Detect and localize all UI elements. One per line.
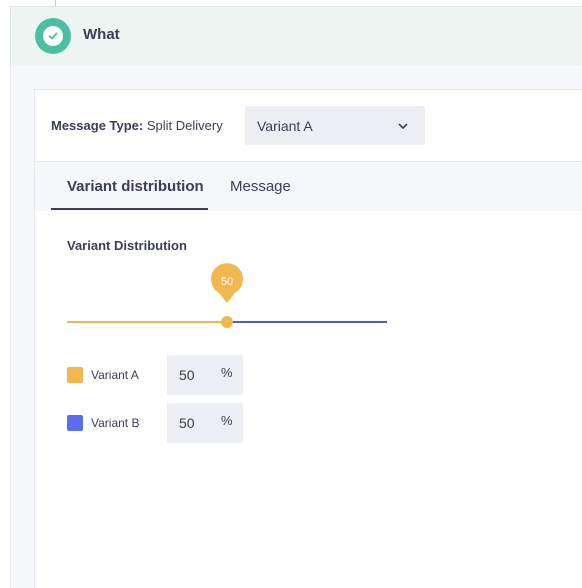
variant-a-percent-field[interactable]: % bbox=[167, 355, 243, 395]
variant-b-row: Variant B % bbox=[67, 403, 267, 443]
section-title: What bbox=[83, 26, 120, 43]
variant-a-swatch bbox=[67, 367, 83, 383]
checkmark-icon bbox=[43, 26, 63, 46]
variant-b-percent-input[interactable] bbox=[167, 403, 217, 443]
message-type-key: Message Type: bbox=[51, 118, 144, 133]
distribution-slider[interactable]: 50 bbox=[35, 260, 582, 340]
variant-a-percent-input[interactable] bbox=[167, 355, 217, 395]
active-tab-indicator bbox=[51, 208, 208, 210]
distribution-title: Variant Distribution bbox=[67, 238, 187, 253]
variant-b-label: Variant B bbox=[91, 416, 140, 430]
variant-select-value: Variant A bbox=[257, 118, 313, 134]
section-header: What bbox=[10, 6, 582, 65]
variant-b-percent-unit: % bbox=[221, 413, 233, 428]
message-card: Message Type: Split Delivery Variant A V… bbox=[34, 89, 582, 588]
variant-b-percent-field[interactable]: % bbox=[167, 403, 243, 443]
slider-handle[interactable] bbox=[221, 316, 233, 328]
message-type-value: Split Delivery bbox=[146, 118, 223, 133]
variant-a-label: Variant A bbox=[91, 368, 139, 382]
variant-b-swatch bbox=[67, 415, 83, 431]
chevron-down-icon bbox=[398, 123, 408, 129]
variant-select[interactable]: Variant A bbox=[245, 106, 425, 145]
message-type-row: Message Type: Split Delivery Variant A bbox=[35, 90, 582, 162]
page-root: What Message Type: Split Delivery Varian… bbox=[0, 0, 582, 588]
tabs-bar: Variant distribution Message bbox=[35, 162, 582, 211]
tab-message[interactable]: Message bbox=[230, 178, 291, 195]
slider-value-label: 50 bbox=[221, 276, 233, 288]
message-type-label: Message Type: Split Delivery bbox=[51, 118, 223, 133]
slider-value-tooltip: 50 bbox=[210, 263, 243, 303]
variant-a-percent-unit: % bbox=[221, 365, 233, 380]
step-complete-icon bbox=[35, 18, 71, 54]
variant-a-row: Variant A % bbox=[67, 355, 267, 395]
tab-variant-distribution[interactable]: Variant distribution bbox=[67, 178, 204, 195]
